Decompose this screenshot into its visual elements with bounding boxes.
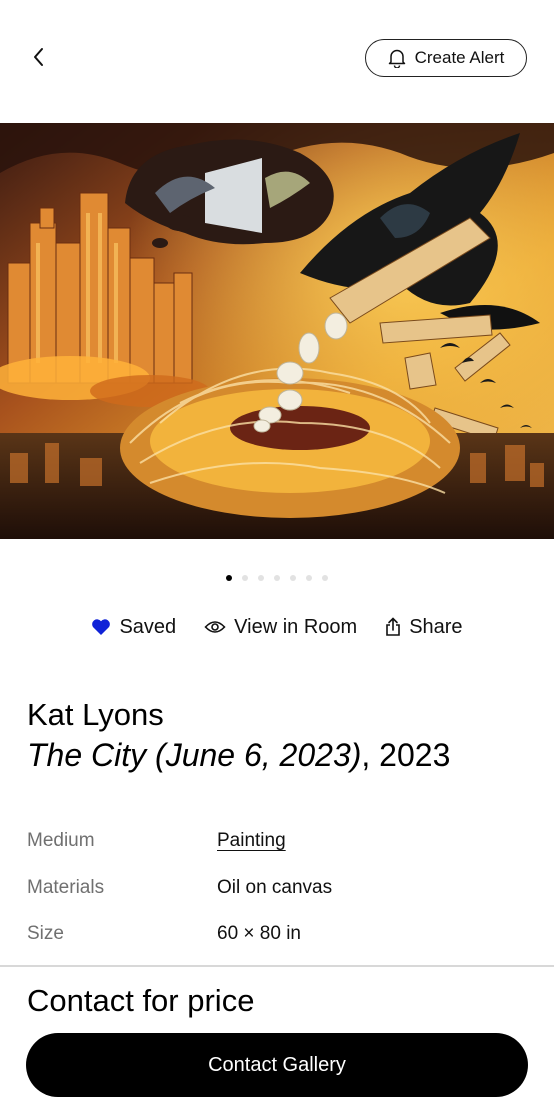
- painting-illustration: [0, 123, 554, 539]
- contact-gallery-button[interactable]: Contact Gallery: [26, 1033, 528, 1097]
- view-in-room-label: View in Room: [234, 615, 358, 638]
- carousel-dot[interactable]: [258, 575, 264, 581]
- chevron-left-icon: [34, 48, 43, 66]
- carousel-dot[interactable]: [322, 575, 328, 581]
- medium-link[interactable]: Painting: [217, 830, 286, 852]
- detail-value: 60 × 80 in: [217, 923, 301, 944]
- share-label: Share: [409, 615, 463, 638]
- detail-label: Medium: [27, 830, 95, 851]
- carousel-dot[interactable]: [242, 575, 248, 581]
- heart-icon: [92, 619, 111, 635]
- saved-button[interactable]: Saved: [91, 616, 176, 639]
- divider: [0, 965, 554, 967]
- carousel-dot[interactable]: [306, 575, 312, 581]
- artist-name[interactable]: Kat Lyons: [27, 697, 164, 733]
- bell-icon: [388, 49, 405, 68]
- detail-row-materials: Materials Oil on canvas: [27, 877, 527, 924]
- artwork-title-text: The City (June 6, 2023): [27, 737, 362, 773]
- share-button[interactable]: Share: [385, 615, 463, 639]
- detail-value: Oil on canvas: [217, 876, 333, 898]
- view-in-room-button[interactable]: View in Room: [204, 616, 357, 639]
- create-alert-button[interactable]: Create Alert: [365, 39, 527, 77]
- share-icon: [386, 617, 400, 636]
- create-alert-label: Create Alert: [414, 48, 505, 67]
- carousel-indicator[interactable]: [0, 575, 554, 583]
- price-text: Contact for price: [27, 983, 255, 1018]
- top-bar: Create Alert: [0, 0, 554, 120]
- detail-row-size: Size 60 × 80 in: [27, 923, 527, 970]
- detail-row-medium: Medium Painting: [27, 830, 527, 877]
- carousel-dot[interactable]: [274, 575, 280, 581]
- artwork-image[interactable]: [0, 123, 554, 539]
- artwork-actions: Saved View in Room Share: [0, 610, 554, 644]
- carousel-dot[interactable]: [290, 575, 296, 581]
- carousel-dot[interactable]: [226, 575, 232, 581]
- artwork-details: Medium Painting Materials Oil on canvas …: [27, 830, 527, 970]
- detail-label: Materials: [27, 876, 105, 898]
- detail-label: Size: [27, 923, 64, 944]
- saved-label: Saved: [119, 615, 177, 638]
- back-button[interactable]: [22, 40, 56, 74]
- eye-icon: [204, 621, 226, 633]
- contact-gallery-label: Contact Gallery: [208, 1053, 346, 1076]
- artwork-year: 2023: [379, 737, 451, 773]
- artwork-title: The City (June 6, 2023), 2023: [27, 737, 451, 773]
